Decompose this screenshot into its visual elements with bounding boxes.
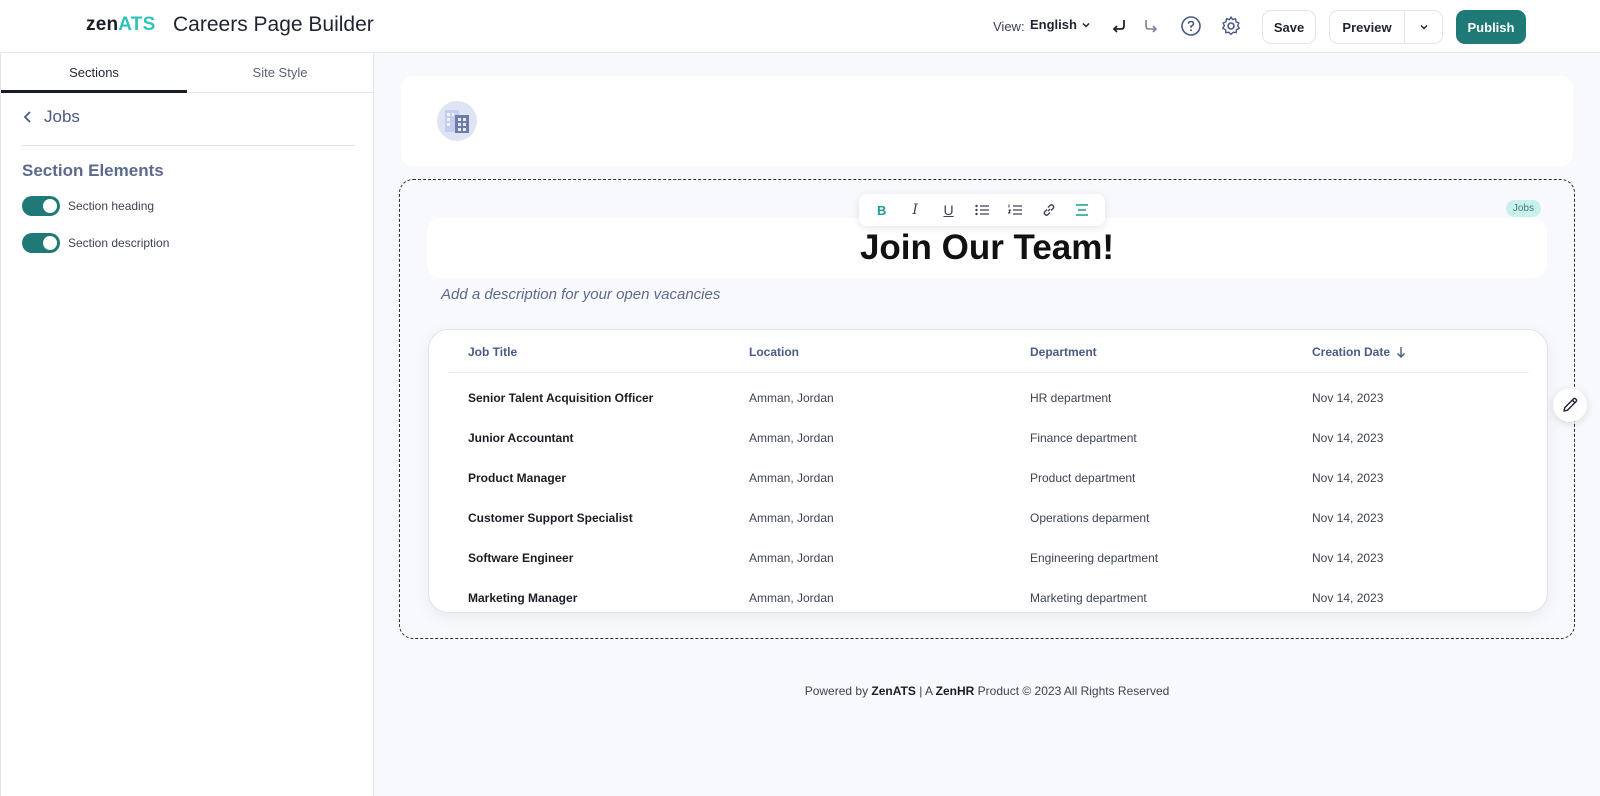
numbered-list-icon[interactable]: [1003, 198, 1027, 222]
department-cell: Engineering department: [1030, 551, 1159, 565]
preview-button-group: Preview: [1329, 10, 1443, 44]
underline-icon[interactable]: U: [937, 198, 961, 222]
department-cell: HR department: [1030, 391, 1112, 405]
language-value: English: [1030, 17, 1077, 32]
table-row[interactable]: Junior Accountant Amman, Jordan Finance …: [429, 418, 1547, 458]
toggle-row-section-description: Section description: [22, 233, 169, 253]
table-row[interactable]: Senior Talent Acquisition Officer Amman,…: [429, 378, 1547, 418]
chevron-down-icon: [1082, 22, 1090, 28]
department-cell: Operations deparment: [1030, 511, 1150, 525]
bullet-list-icon[interactable]: [970, 198, 994, 222]
section-elements-heading: Section Elements: [22, 161, 164, 180]
location-cell: Amman, Jordan: [749, 471, 834, 485]
align-center-icon[interactable]: [1070, 198, 1094, 222]
date-cell: Nov 14, 2023: [1312, 391, 1384, 405]
page-footer: Powered by ZenATS | A ZenHR Product © 20…: [374, 684, 1600, 698]
undo-icon[interactable]: [1107, 14, 1131, 38]
table-row[interactable]: Software Engineer Amman, Jordan Engineer…: [429, 538, 1547, 578]
toggle-row-section-heading: Section heading: [22, 196, 154, 216]
footer-parent-brand: ZenHR: [935, 684, 975, 698]
tab-sections[interactable]: Sections: [1, 53, 187, 93]
jobs-section-badge: Jobs: [1505, 200, 1541, 217]
column-header-job-title[interactable]: Job Title: [468, 345, 517, 359]
divider: [22, 145, 355, 146]
footer-text: Powered by: [804, 684, 872, 698]
column-header-department[interactable]: Department: [1030, 345, 1097, 359]
company-building-icon[interactable]: [437, 101, 477, 141]
job-title-cell[interactable]: Customer Support Specialist: [468, 511, 633, 525]
table-row[interactable]: Customer Support Specialist Amman, Jorda…: [429, 498, 1547, 538]
tab-site-style[interactable]: Site Style: [187, 53, 373, 92]
job-title-cell[interactable]: Marketing Manager: [468, 591, 577, 605]
settings-gear-icon[interactable]: [1219, 14, 1243, 38]
section-heading[interactable]: Join Our Team!: [427, 228, 1547, 268]
section-heading-toggle[interactable]: [22, 196, 60, 216]
link-icon[interactable]: [1037, 198, 1061, 222]
redo-icon[interactable]: [1139, 14, 1163, 38]
top-bar: zenATS Careers Page Builder View: Englis…: [0, 0, 1600, 53]
save-button[interactable]: Save: [1262, 10, 1316, 44]
date-cell: Nov 14, 2023: [1312, 551, 1384, 565]
section-heading-editor[interactable]: Join Our Team!: [427, 218, 1547, 278]
location-cell: Amman, Jordan: [749, 431, 834, 445]
location-cell: Amman, Jordan: [749, 591, 834, 605]
help-icon[interactable]: [1179, 14, 1203, 38]
header-section-card[interactable]: [401, 76, 1573, 166]
edit-pencil-icon[interactable]: [1553, 388, 1587, 422]
footer-brand: ZenATS: [871, 684, 916, 698]
logo-ats-text: ATS: [118, 14, 156, 35]
column-label: Location: [749, 345, 799, 359]
back-title: Jobs: [44, 107, 80, 126]
toggle-label: Section description: [68, 236, 170, 250]
app-title: Careers Page Builder: [173, 13, 374, 36]
italic-icon[interactable]: I: [903, 198, 927, 222]
sidebar-tabs: Sections Site Style: [1, 53, 373, 93]
logo-zen-text: zen: [86, 14, 119, 35]
footer-text: Product © 2023 All Rights Reserved: [974, 684, 1170, 698]
date-cell: Nov 14, 2023: [1312, 471, 1384, 485]
language-select[interactable]: English: [1030, 17, 1091, 32]
column-label: Department: [1030, 345, 1097, 359]
toggle-label: Section heading: [68, 199, 155, 213]
column-label: Job Title: [468, 345, 518, 359]
column-header-creation-date[interactable]: Creation Date: [1312, 345, 1406, 359]
location-cell: Amman, Jordan: [749, 511, 834, 525]
job-title-cell[interactable]: Senior Talent Acquisition Officer: [468, 391, 653, 405]
table-header-divider: [449, 372, 1529, 373]
job-title-cell[interactable]: Product Manager: [468, 471, 566, 485]
date-cell: Nov 14, 2023: [1312, 511, 1384, 525]
sidebar: Sections Site Style Jobs Section Element…: [0, 53, 374, 796]
table-header-row: Job Title Location Department Creation D…: [429, 330, 1547, 372]
preview-dropdown-button[interactable]: [1405, 11, 1442, 43]
section-description-toggle[interactable]: [22, 233, 60, 253]
column-header-location[interactable]: Location: [749, 345, 799, 359]
bold-icon[interactable]: B: [870, 198, 894, 222]
section-description-placeholder[interactable]: Add a description for your open vacancie…: [441, 286, 720, 303]
chevron-left-icon: [23, 111, 31, 123]
location-cell: Amman, Jordan: [749, 391, 834, 405]
department-cell: Product department: [1030, 471, 1136, 485]
zenats-logo[interactable]: zenATS: [86, 14, 155, 36]
date-cell: Nov 14, 2023: [1312, 431, 1384, 445]
footer-text: | A: [915, 684, 936, 698]
department-cell: Finance department: [1030, 431, 1137, 445]
jobs-section[interactable]: B I U Jobs Join Our Team! Add a descript…: [399, 179, 1575, 639]
jobs-table: Job Title Location Department Creation D…: [428, 329, 1548, 613]
sort-descending-arrow-icon: [1397, 347, 1406, 358]
view-label: View:: [993, 19, 1025, 34]
department-cell: Marketing department: [1030, 591, 1147, 605]
publish-button[interactable]: Publish: [1456, 10, 1526, 44]
job-title-cell[interactable]: Junior Accountant: [468, 431, 574, 445]
date-cell: Nov 14, 2023: [1312, 591, 1384, 605]
preview-button[interactable]: Preview: [1330, 11, 1405, 43]
column-label: Creation Date: [1312, 345, 1391, 359]
table-row[interactable]: Marketing Manager Amman, Jordan Marketin…: [429, 578, 1547, 618]
chevron-down-icon: [1419, 24, 1428, 30]
table-row[interactable]: Product Manager Amman, Jordan Product de…: [429, 458, 1547, 498]
location-cell: Amman, Jordan: [749, 551, 834, 565]
rich-text-toolbar: B I U: [859, 194, 1105, 226]
back-to-jobs-button[interactable]: Jobs: [22, 107, 80, 127]
job-title-cell[interactable]: Software Engineer: [468, 551, 573, 565]
